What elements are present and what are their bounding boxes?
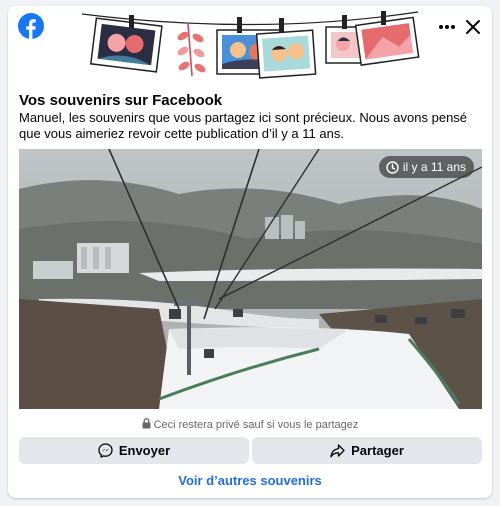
send-button-label: Envoyer — [118, 443, 171, 458]
clock-icon — [386, 160, 399, 174]
flower-sprig-icon — [177, 23, 206, 77]
dialog-title: Vos souvenirs sur Facebook — [19, 92, 223, 109]
send-button[interactable]: Envoyer — [19, 437, 249, 464]
memory-time-badge: il y a 11 ans — [378, 156, 474, 178]
see-more-memories-link[interactable]: Voir d’autres souvenirs — [8, 473, 492, 488]
more-options-icon[interactable] — [436, 16, 458, 38]
dialog-description: Manuel, les souvenirs que vous partagez … — [19, 110, 468, 141]
close-icon[interactable] — [462, 16, 484, 38]
memory-photo[interactable]: il y a 11 ans — [19, 149, 482, 409]
share-button-label: Partager — [351, 443, 404, 458]
share-button[interactable]: Partager — [252, 437, 482, 464]
memories-header-illustration — [81, 11, 420, 79]
memories-dialog: Vos souvenirs sur Facebook Manuel, les s… — [8, 6, 492, 498]
messenger-icon — [98, 443, 113, 458]
cable-car-ski-slope-photo — [19, 149, 482, 409]
lock-icon — [142, 418, 151, 429]
facebook-logo-icon[interactable] — [18, 13, 44, 39]
privacy-note: Ceci restera privé sauf si vous le parta… — [8, 418, 492, 431]
share-icon — [330, 443, 345, 457]
memory-time-label: il y a 11 ans — [402, 160, 466, 174]
privacy-note-text: Ceci restera privé sauf si vous le parta… — [153, 419, 359, 431]
